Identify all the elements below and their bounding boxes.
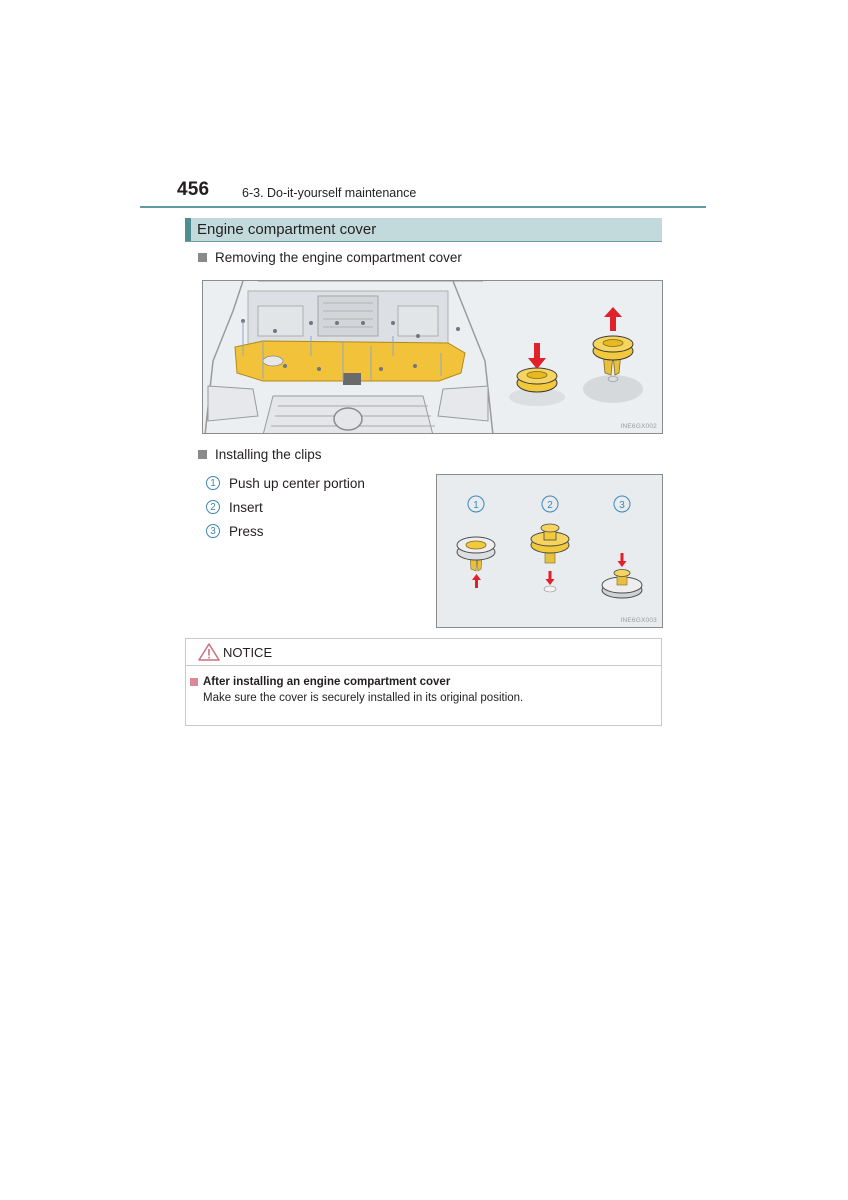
step-label: Insert: [229, 499, 263, 515]
step-label: Press: [229, 523, 264, 539]
notice-box: NOTICE After installing an engine compar…: [185, 638, 662, 726]
notice-label: NOTICE: [223, 644, 273, 660]
page-number: 456: [177, 179, 210, 200]
square-bullet-icon: [190, 678, 198, 686]
square-bullet-icon: [198, 253, 207, 262]
subheading-installing: Installing the clips: [198, 447, 322, 462]
step-number-badge: 3: [206, 524, 220, 538]
clip-installation-illustration: 1 2 3: [437, 475, 662, 627]
engine-compartment-illustration: [203, 281, 662, 433]
notice-title-text: After installing an engine compartment c…: [203, 676, 451, 688]
figure-code: INE6GX002: [620, 423, 657, 430]
emblem: [333, 407, 363, 431]
subheading-removing: Removing the engine compartment cover: [198, 250, 462, 265]
subheading-removing-text: Removing the engine compartment cover: [215, 250, 462, 265]
step-item: 1 Push up center portion: [206, 471, 365, 495]
section-reference: 6-3. Do-it-yourself maintenance: [242, 186, 417, 200]
step-item: 3 Press: [206, 519, 365, 543]
step-item: 2 Insert: [206, 495, 365, 519]
step-label: Push up center portion: [229, 475, 365, 491]
header-divider: [140, 206, 706, 208]
figure-code: INE6GX003: [620, 617, 657, 624]
notice-body: After installing an engine compartment c…: [186, 666, 661, 704]
step-number-badge: 1: [206, 476, 220, 490]
warning-triangle-icon: [198, 643, 220, 661]
subheading-installing-text: Installing the clips: [215, 447, 322, 462]
heading-accent-bar: [185, 218, 191, 241]
step-1-marker-text: 1: [473, 500, 479, 511]
notice-header: NOTICE: [186, 639, 661, 666]
step-3-marker-text: 3: [619, 500, 625, 511]
figure-engine-cover-removal: INE6GX002: [202, 280, 663, 434]
figure-clip-installation: 1 2 3 INE6GX003: [436, 474, 663, 628]
section-heading-title: Engine compartment cover: [197, 221, 377, 238]
step-number-badge: 2: [206, 500, 220, 514]
installation-steps: 1 Push up center portion 2 Insert 3 Pres…: [206, 471, 365, 543]
square-bullet-icon: [198, 450, 207, 459]
notice-title: After installing an engine compartment c…: [190, 676, 661, 688]
notice-text: Make sure the cover is securely installe…: [203, 692, 524, 704]
step-2-marker-text: 2: [547, 500, 553, 511]
section-heading: Engine compartment cover: [185, 218, 662, 242]
